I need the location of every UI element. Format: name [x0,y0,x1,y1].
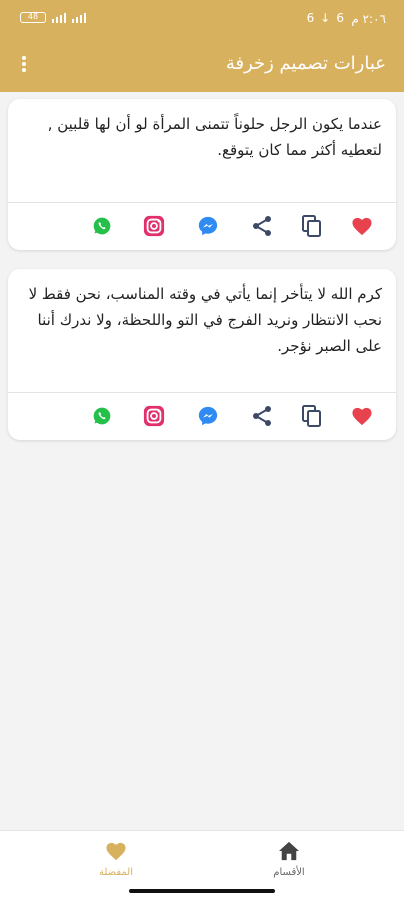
nav-item-sections[interactable]: الأقسام [244,841,334,878]
quote-text[interactable]: عندما يكون الرجل حلوناً تتمنى المرأة لو … [22,111,382,163]
battery-icon: 48 [20,12,46,23]
copy-icon[interactable] [298,204,326,248]
instagram-icon[interactable] [140,204,168,248]
share-icon[interactable] [248,204,276,248]
battery-level: 48 [27,12,39,21]
whatsapp-icon[interactable] [88,204,116,248]
nav-label-sections: الأقسام [273,867,305,878]
home-icon [279,841,299,861]
share-icon[interactable] [248,394,276,438]
card-actions [8,394,396,438]
page-title: عبارات تصميم زخرفة [225,53,386,74]
nav-item-favorites[interactable]: المفضلة [71,841,161,878]
status-notifications: 6 ↓ 6 [307,11,344,25]
home-indicator[interactable] [129,889,275,893]
messenger-icon[interactable] [194,204,222,248]
heart-icon [106,842,126,861]
heart-icon[interactable] [348,204,376,248]
instagram-icon[interactable] [140,394,168,438]
status-time: ٢:٠٦ م [351,12,386,26]
notification-icon: 6 [306,11,315,25]
quote-card: عندما يكون الرجل حلوناً تتمنى المرأة لو … [8,99,396,250]
notification-icon: 6 [336,11,344,25]
wifi-icon [52,12,66,23]
signal-icon [72,12,86,23]
more-vert-icon[interactable] [14,52,34,76]
heart-icon[interactable] [348,394,376,438]
app-bar: عبارات تصميم زخرفة [0,36,404,92]
card-actions [8,204,396,248]
quote-card: كرم الله لا يتأخر إنما يأتي في وقته المن… [8,269,396,440]
card-divider [8,202,396,203]
quote-text[interactable]: كرم الله لا يتأخر إنما يأتي في وقته المن… [22,281,382,359]
whatsapp-icon[interactable] [88,394,116,438]
status-bar: 48 6 ↓ 6 ٢:٠٦ م [0,0,404,36]
copy-icon[interactable] [298,394,326,438]
messenger-icon[interactable] [194,394,222,438]
notification-icon: ↓ [320,11,331,25]
status-left: 48 [20,12,86,23]
nav-label-favorites: المفضلة [98,867,133,878]
card-divider [8,392,396,393]
